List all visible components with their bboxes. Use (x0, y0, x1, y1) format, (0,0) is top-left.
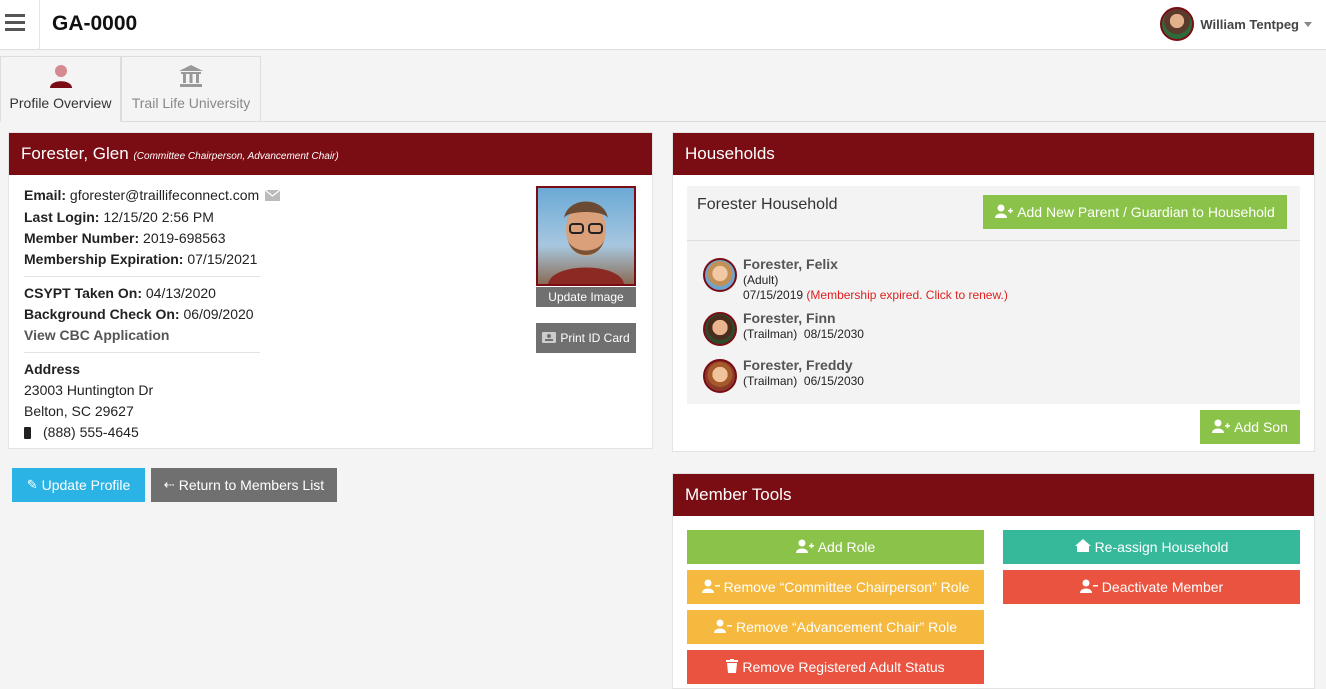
member-tools-header: Member Tools (673, 474, 1314, 516)
email-row: Email: gforester@traillifeconnect.com (24, 185, 324, 207)
member-roles: (Committee Chairperson, Advancement Chai… (133, 151, 339, 162)
tab-bar: Profile Overview Trail Life University (0, 56, 1326, 122)
csypt-row: CSYPT Taken On: 04/13/2020 (24, 284, 216, 301)
household-name: Forester Household (697, 196, 838, 213)
add-parent-guardian-button[interactable]: Add New Parent / Guardian to Household (983, 195, 1287, 229)
expiration-row: Membership Expiration: 07/15/2021 (24, 250, 258, 267)
menu-icon[interactable] (0, 0, 40, 50)
remove-user-icon (1079, 579, 1098, 596)
phone-row: (888) 555-4645 (24, 422, 324, 443)
add-user-icon (795, 539, 814, 556)
renew-membership-link[interactable]: (Membership expired. Click to renew.) (806, 288, 1007, 302)
top-bar: GA-0000 William Tentpeg (0, 0, 1326, 50)
tab-trail-life-university[interactable]: Trail Life University (121, 56, 261, 122)
remove-user-icon (714, 619, 732, 636)
remove-advancement-chair-role-button[interactable]: Remove “Advancement Chair” Role (687, 610, 984, 644)
user-name: William Tentpeg (1200, 16, 1299, 32)
address-line-1: 23003 Huntington Dr (24, 381, 154, 398)
page-title: GA-0000 (52, 12, 138, 35)
profile-photo-graphic (548, 201, 624, 284)
member-number-row: Member Number: 2019-698563 (24, 229, 226, 246)
member-name: Forester, Glen (21, 144, 129, 163)
profile-photo (536, 186, 636, 286)
envelope-icon[interactable] (264, 186, 281, 207)
add-role-button[interactable]: Add Role (687, 530, 984, 564)
last-login-row: Last Login: 12/15/20 2:56 PM (24, 208, 214, 225)
address-label: Address (24, 360, 81, 377)
avatar (703, 258, 737, 292)
pencil-icon: ✎ (26, 477, 38, 492)
households-header: Households (673, 133, 1314, 175)
reassign-household-button[interactable]: Re-assign Household (1003, 530, 1300, 564)
update-image-button[interactable]: Update Image (536, 287, 636, 307)
email-value: gforester@traillifeconnect.com (69, 187, 260, 203)
remove-registered-adult-status-button[interactable]: Remove Registered Adult Status (687, 650, 984, 684)
divider (24, 351, 260, 353)
member-tools-panel: Member Tools Add Role Re-assign Househol… (672, 473, 1315, 689)
institution-icon (178, 63, 204, 89)
arrow-left-icon: ⇠ (163, 477, 175, 492)
profile-panel: Forester, Glen (Committee Chairperson, A… (8, 132, 653, 449)
id-card-icon (542, 331, 557, 346)
divider (24, 275, 260, 277)
profile-details: Email: gforester@traillifeconnect.com La… (24, 185, 324, 443)
profile-header: Forester, Glen (Committee Chairperson, A… (9, 133, 652, 175)
divider (687, 240, 1300, 241)
mobile-phone-icon (24, 427, 31, 440)
user-menu[interactable]: William Tentpeg (1160, 6, 1312, 42)
household-card: Forester Household Add New Parent / Guar… (687, 186, 1300, 404)
household-member-freddy[interactable]: Forester, Freddy (Trailman) 06/15/2030 (703, 357, 1003, 397)
add-son-button[interactable]: Add Son (1200, 410, 1300, 444)
print-id-card-button[interactable]: Print ID Card (536, 323, 636, 353)
household-member-finn[interactable]: Forester, Finn (Trailman) 08/15/2030 (703, 310, 1003, 350)
remove-committee-chairperson-role-button[interactable]: Remove “Committee Chairperson” Role (687, 570, 984, 604)
avatar (1160, 7, 1195, 41)
update-profile-button[interactable]: ✎ Update Profile (12, 468, 145, 502)
tab-profile-overview[interactable]: Profile Overview (0, 56, 121, 122)
home-icon (1074, 539, 1091, 555)
households-panel: Households Forester Household Add New Pa… (672, 132, 1315, 452)
remove-user-icon (701, 579, 720, 596)
background-row: Background Check On: 06/09/2020 (24, 305, 254, 322)
household-member-felix[interactable]: Forester, Felix (Adult) 07/15/2019 (Memb… (703, 256, 1103, 302)
return-to-members-button[interactable]: ⇠ Return to Members List (151, 468, 337, 502)
trash-icon (726, 658, 739, 676)
address-line-2: Belton, SC 29627 (24, 402, 134, 419)
deactivate-member-button[interactable]: Deactivate Member (1003, 570, 1300, 604)
user-icon (48, 63, 74, 89)
avatar (703, 359, 737, 393)
avatar (703, 312, 737, 346)
add-user-icon (1212, 419, 1231, 436)
caret-down-icon (1304, 21, 1312, 27)
view-cbc-link[interactable]: View CBC Application (24, 325, 324, 346)
add-user-icon (995, 204, 1014, 221)
